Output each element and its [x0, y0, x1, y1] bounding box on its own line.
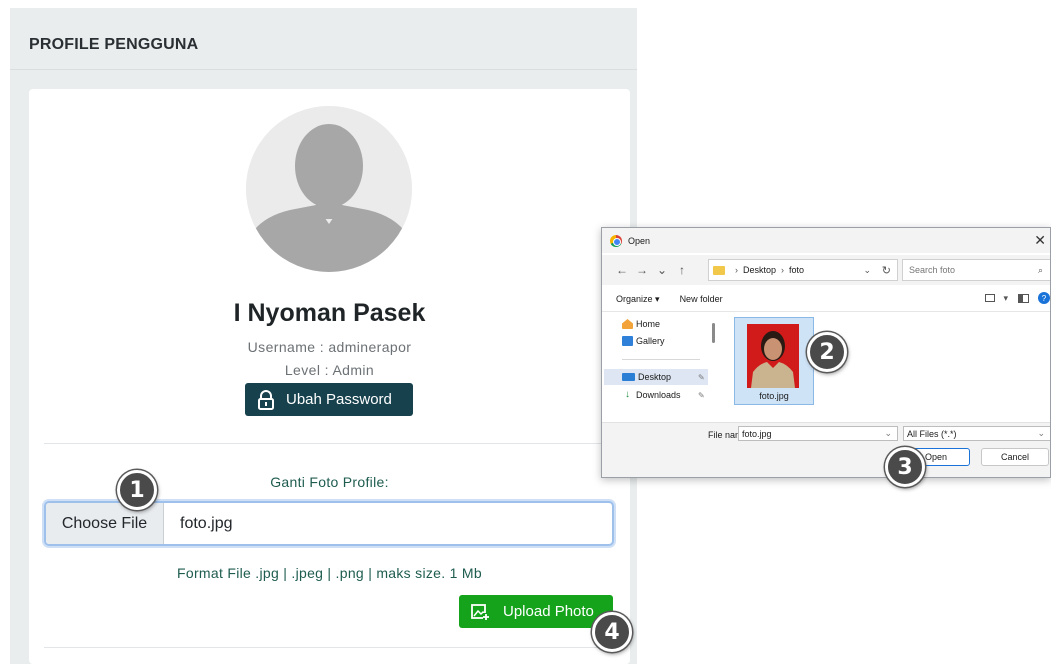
breadcrumb-chevron-icon: ›	[781, 265, 785, 275]
search-placeholder: Search foto	[909, 265, 956, 275]
organize-label: Organize	[616, 293, 653, 304]
nav-scrollbar[interactable]	[712, 323, 715, 343]
preview-pane-icon[interactable]	[1018, 293, 1029, 303]
file-type-select[interactable]: All Files (*.*) ⌄	[903, 426, 1050, 441]
folder-icon	[713, 265, 725, 275]
chevron-down-icon[interactable]: ⌄	[1037, 428, 1045, 439]
nav-item-label: Gallery	[636, 336, 665, 346]
search-icon: ⌕	[1037, 264, 1043, 275]
step-marker-3: 3	[885, 447, 925, 487]
chevron-down-icon[interactable]: ⌄	[884, 428, 892, 439]
upload-photo-label: Upload Photo	[503, 603, 594, 620]
choose-file-button[interactable]: Choose File	[46, 503, 164, 544]
chrome-icon	[610, 234, 622, 247]
refresh-icon[interactable]: ↻	[882, 264, 891, 277]
change-password-label: Ubah Password	[286, 391, 392, 408]
pin-icon: ✎	[698, 372, 705, 382]
nav-item-label: Downloads	[636, 390, 681, 400]
nav-separator	[622, 359, 700, 360]
breadcrumb-desktop[interactable]: Desktop	[743, 265, 776, 275]
divider	[44, 443, 616, 444]
chevron-down-icon[interactable]: ⌄	[863, 265, 871, 276]
new-folder-button[interactable]: New folder	[680, 294, 723, 304]
forward-arrow-icon[interactable]: →	[634, 263, 650, 277]
pin-icon: ✎	[698, 390, 705, 400]
help-icon[interactable]: ?	[1038, 292, 1050, 304]
nav-item-home[interactable]: Home	[622, 319, 660, 329]
selected-file-name: foto.jpg	[180, 514, 233, 532]
add-photo-icon	[471, 603, 489, 621]
file-name-field[interactable]: foto.jpg ⌄	[738, 426, 898, 441]
divider	[44, 647, 616, 648]
dialog-footer: File name: foto.jpg ⌄ All Files (*.*) ⌄ …	[602, 422, 1050, 477]
file-item-foto[interactable]: foto.jpg	[734, 317, 814, 405]
step-marker-1: 1	[117, 470, 157, 510]
step-marker-4: 4	[592, 612, 632, 652]
nav-item-downloads[interactable]: ↓ Downloads ✎	[622, 389, 705, 401]
portrait-photo-icon	[747, 324, 799, 388]
dialog-nav-bar: ← → ⌄ ↑ › Desktop › foto ⌄ ↻ Search foto…	[602, 255, 1050, 285]
step-marker-2: 2	[807, 332, 847, 372]
change-password-button[interactable]: Ubah Password	[245, 383, 413, 416]
nav-item-desktop[interactable]: Desktop ✎	[622, 372, 705, 382]
nav-item-gallery[interactable]: Gallery	[622, 336, 665, 346]
avatar	[246, 106, 412, 272]
file-format-note: Format File .jpg | .jpeg | .png | maks s…	[177, 565, 482, 581]
view-icon[interactable]	[985, 294, 996, 302]
nav-item-label: Desktop	[638, 372, 672, 382]
avatar-silhouette-icon	[246, 106, 412, 272]
photo-thumbnail	[747, 324, 799, 388]
close-icon[interactable]: ✕	[1034, 232, 1046, 249]
file-type-value: All Files (*.*)	[907, 428, 957, 439]
nav-item-label: Home	[636, 319, 661, 329]
dialog-title: Open	[628, 235, 651, 246]
chevron-down-icon[interactable]: ⌄	[654, 263, 670, 277]
search-input[interactable]: Search foto ⌕	[902, 259, 1050, 281]
view-controls: ▾ ?	[985, 292, 1050, 304]
profile-panel: PROFILE PENGGUNA I Nyoman Pasek Username…	[10, 8, 637, 664]
back-arrow-icon[interactable]: ←	[614, 263, 630, 277]
breadcrumb-foto[interactable]: foto	[789, 265, 804, 275]
desktop-icon	[622, 373, 635, 381]
chevron-down-icon[interactable]: ▾	[1003, 293, 1008, 304]
up-arrow-icon[interactable]: ↑	[674, 263, 690, 277]
profile-level: Level : Admin	[284, 362, 375, 378]
downloads-icon: ↓	[625, 389, 630, 400]
file-item-label: foto.jpg	[759, 391, 789, 401]
dialog-toolbar: Organize ▾ New folder ▾ ?	[602, 287, 1050, 312]
panel-header: PROFILE PENGGUNA	[10, 8, 637, 70]
cancel-button[interactable]: Cancel	[981, 448, 1049, 466]
home-icon	[622, 319, 633, 329]
profile-name: I Nyoman Pasek	[233, 299, 426, 327]
upload-photo-button[interactable]: Upload Photo	[459, 595, 613, 628]
profile-username: Username : adminerapor	[247, 339, 412, 355]
dialog-titlebar: Open ✕	[602, 228, 1050, 253]
file-name-value: foto.jpg	[742, 428, 772, 439]
panel-title: PROFILE PENGGUNA	[29, 36, 199, 53]
gallery-icon	[622, 336, 633, 346]
lock-icon	[258, 389, 274, 410]
navigation-pane: Home Gallery Desktop ✎ ↓ Downloads ✎	[602, 313, 710, 423]
address-bar[interactable]: › Desktop › foto ⌄ ↻	[708, 259, 898, 281]
breadcrumb-chevron-icon: ›	[735, 265, 738, 275]
organize-menu[interactable]: Organize ▾	[616, 294, 660, 305]
profile-card: I Nyoman Pasek Username : adminerapor Le…	[29, 89, 630, 664]
